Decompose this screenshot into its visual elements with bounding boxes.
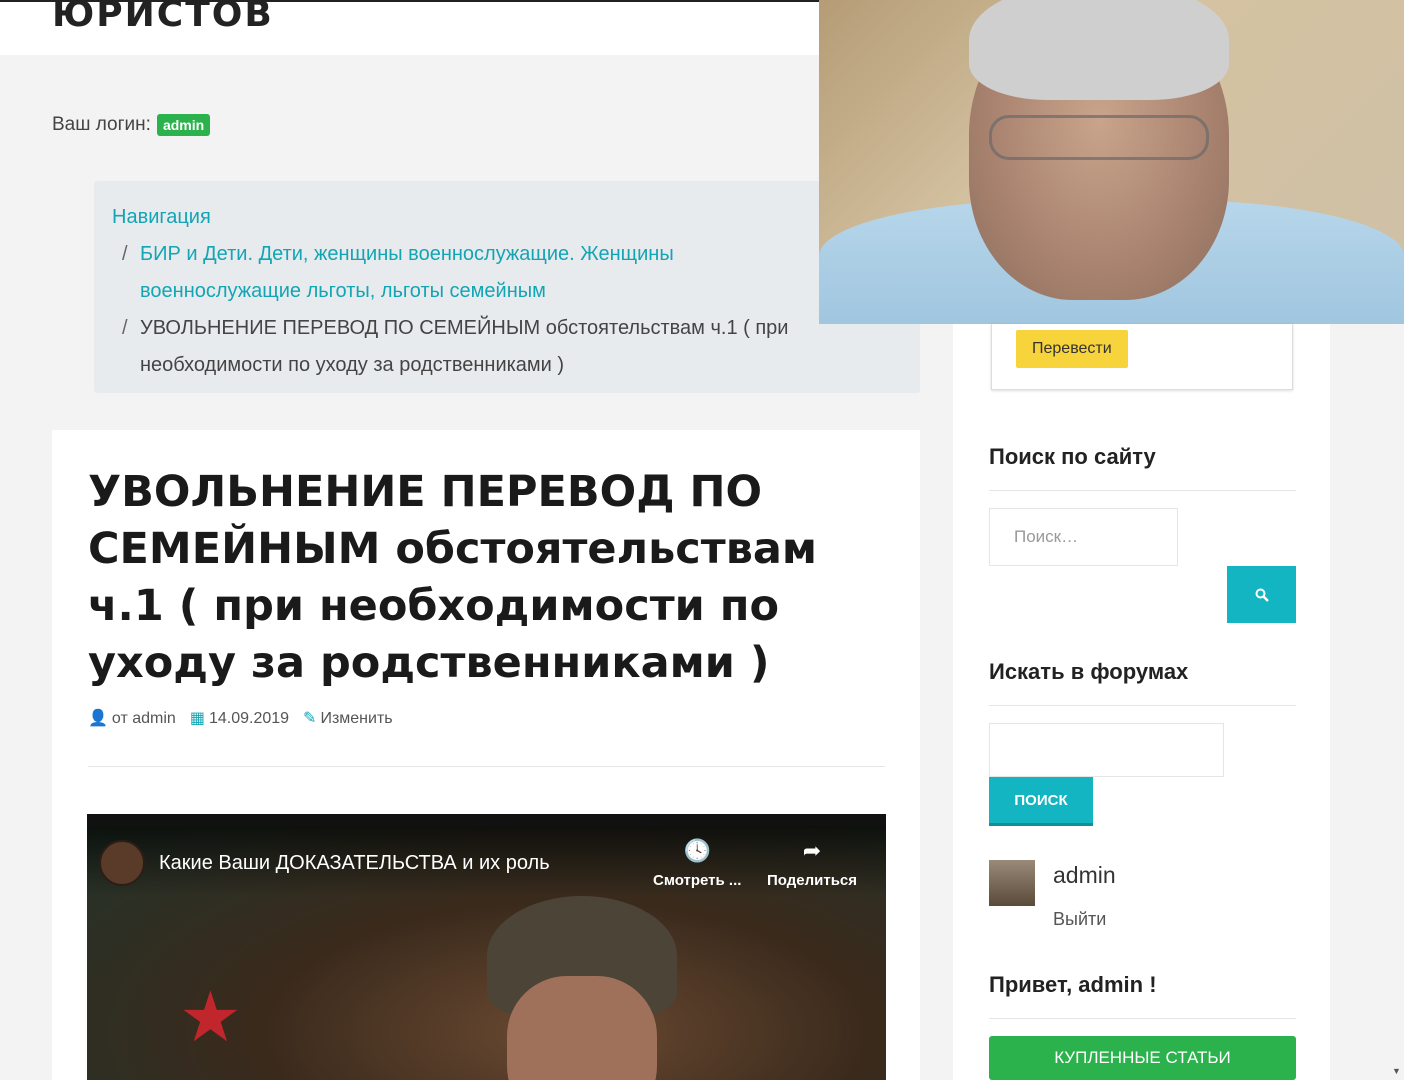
breadcrumb-separator: / [122, 243, 128, 265]
share-icon: ➦ [802, 838, 822, 863]
avatar[interactable] [989, 860, 1035, 906]
share-button[interactable]: ➦ Поделиться [767, 838, 857, 889]
article-meta: 👤 от admin ▦ 14.09.2019 ✎ Изменить [88, 708, 393, 728]
site-title[interactable]: ЮРИСТОВ [52, 2, 274, 35]
user-name[interactable]: admin [1053, 862, 1116, 889]
login-badge: admin [156, 114, 211, 136]
forum-search-button[interactable]: ПОИСК [989, 777, 1093, 826]
greeting: Привет, admin ! [989, 972, 1157, 997]
breadcrumb-row-parent: / БИР и Дети. Дети, женщины военнослужащ… [112, 236, 902, 310]
translate-widget: Перевести [991, 324, 1293, 390]
scroll-down-arrow-icon[interactable]: ▼ [1392, 1066, 1401, 1076]
divider [989, 705, 1296, 706]
divider [989, 1018, 1296, 1019]
calendar-icon: ▦ [189, 710, 205, 727]
watch-later-button[interactable]: 🕓 Смотреть ... [653, 838, 741, 889]
embedded-video[interactable]: ★ Какие Ваши ДОКАЗАТЕЛЬСТВА и их роль 🕓 … [87, 814, 886, 1080]
search-icon [1255, 588, 1269, 602]
bought-articles-button[interactable]: КУПЛЕННЫЕ СТАТЬИ [989, 1036, 1296, 1080]
translate-button[interactable]: Перевести [1016, 330, 1128, 368]
breadcrumb-home-link[interactable]: Навигация [112, 199, 902, 236]
forum-widget-title: Искать в форумах [989, 659, 1189, 684]
breadcrumb: Навигация / БИР и Дети. Дети, женщины во… [94, 181, 920, 393]
breadcrumb-current: УВОЛЬНЕНИЕ ПЕРЕВОД ПО СЕМЕЙНЫМ обстоятел… [140, 317, 789, 376]
site-header: ЮРИСТОВ [0, 0, 820, 55]
search-button[interactable] [1227, 566, 1296, 623]
divider [88, 766, 885, 767]
post-date: 14.09.2019 [208, 710, 290, 727]
article-title: УВОЛЬНЕНИЕ ПЕРЕВОД ПО СЕМЕЙНЫМ обстоятел… [88, 467, 818, 688]
clock-icon: 🕓 [683, 838, 711, 863]
channel-logo-icon[interactable] [99, 840, 145, 886]
webcam-overlay [819, 0, 1404, 324]
edit-meta[interactable]: ✎ Изменить [303, 708, 393, 728]
login-line: Ваш логин: admin [52, 114, 211, 136]
webcam-hair [969, 0, 1229, 100]
search-input[interactable]: Поиск… [989, 508, 1178, 566]
search-widget-title: Поиск по сайту [989, 444, 1156, 469]
divider [989, 490, 1296, 491]
sidebar: Перевести Поиск по сайту Поиск… Искать в… [953, 324, 1330, 1080]
red-star-icon: ★ [179, 978, 242, 1056]
login-label: Ваш логин: [52, 114, 151, 135]
user-icon: 👤 [88, 710, 108, 727]
date-meta: ▦ 14.09.2019 [190, 708, 289, 728]
breadcrumb-separator: / [122, 317, 128, 339]
watch-later-label: Смотреть ... [653, 872, 742, 889]
edit-icon: ✎ [303, 710, 317, 727]
video-title[interactable]: Какие Ваши ДОКАЗАТЕЛЬСТВА и их роль [159, 852, 550, 875]
author-link[interactable]: от admin [112, 710, 176, 727]
share-label: Поделиться [767, 872, 858, 889]
video-figure-face [507, 976, 657, 1080]
edit-link[interactable]: Изменить [320, 710, 392, 727]
webcam-glasses [989, 115, 1209, 160]
forum-search-input[interactable] [989, 723, 1224, 777]
breadcrumb-row-current: / УВОЛЬНЕНИЕ ПЕРЕВОД ПО СЕМЕЙНЫМ обстоят… [112, 310, 902, 384]
author-meta[interactable]: 👤 от admin [88, 708, 176, 728]
logout-link[interactable]: Выйти [1053, 909, 1106, 930]
breadcrumb-parent-link[interactable]: БИР и Дети. Дети, женщины военнослужащие… [140, 236, 820, 310]
